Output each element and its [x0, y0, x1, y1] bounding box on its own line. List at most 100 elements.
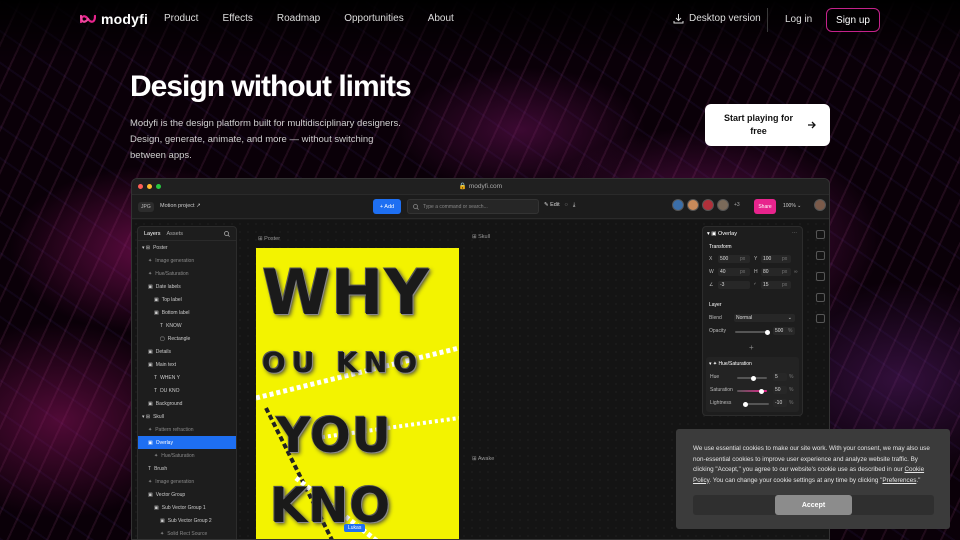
- login-link[interactable]: Log in: [785, 14, 812, 25]
- collaborator-cursor-label: Lukas: [344, 524, 366, 532]
- nav-opportunities[interactable]: Opportunities: [344, 13, 403, 24]
- angle-icon: ∠: [709, 282, 714, 288]
- layer-group-icon: ▣: [160, 517, 165, 524]
- saturation-slider[interactable]: [737, 388, 767, 394]
- zoom-level[interactable]: 100% ⌄: [783, 203, 801, 209]
- layer-row[interactable]: ▾ ⊞ Poster: [138, 241, 236, 254]
- angle-input[interactable]: -3: [718, 281, 750, 289]
- arrow-right-icon: [807, 121, 816, 129]
- start-playing-button[interactable]: Start playing for free: [705, 104, 830, 146]
- blend-select[interactable]: Normal ⌄: [734, 314, 795, 322]
- brand-logo[interactable]: modyfi: [80, 11, 148, 27]
- command-search-input[interactable]: Type a command or search...: [407, 199, 539, 214]
- opacity-label: Opacity: [709, 328, 726, 334]
- layer-search-icon[interactable]: [224, 231, 230, 237]
- x-unit: px: [740, 256, 746, 262]
- tool-link-icon[interactable]: [816, 314, 825, 323]
- lightness-slider[interactable]: [743, 401, 769, 407]
- lightness-label: Lightness: [710, 400, 732, 406]
- add-button[interactable]: + Add: [373, 199, 401, 214]
- collaborator-avatar[interactable]: [687, 199, 699, 211]
- export-icon[interactable]: ⤓: [573, 202, 575, 209]
- project-name[interactable]: Motion project ↗: [160, 203, 201, 209]
- hue-label: Hue: [710, 374, 720, 380]
- layer-row[interactable]: ▢ Rectangle: [138, 332, 236, 345]
- layer-row[interactable]: ▣ Date labels: [138, 280, 236, 293]
- layer-row[interactable]: ▣ Vector Group: [138, 488, 236, 501]
- hue-slider[interactable]: [737, 375, 767, 381]
- collaborator-avatar[interactable]: [672, 199, 684, 211]
- preferences-link[interactable]: Preferences: [882, 477, 916, 484]
- layer-row[interactable]: ✦ Image generation: [138, 254, 236, 267]
- add-effect-icon[interactable]: +: [749, 343, 754, 352]
- nav-roadmap[interactable]: Roadmap: [277, 13, 320, 24]
- hue-input[interactable]: 5: [773, 373, 787, 381]
- layer-label: Main text: [155, 361, 177, 368]
- h-unit: px: [782, 269, 788, 275]
- layer-row[interactable]: ▣ Sub Vector Group 2: [138, 514, 236, 527]
- layer-label: Skull: [153, 413, 164, 420]
- tool-layers-icon[interactable]: [816, 230, 825, 239]
- layer-row[interactable]: ▣ Details: [138, 345, 236, 358]
- layer-label: Hue/Saturation: [155, 270, 189, 277]
- layer-row[interactable]: ▣ Bottom label: [138, 306, 236, 319]
- skull-frame-label[interactable]: ⊞ Skull: [472, 234, 490, 240]
- layer-row[interactable]: ✦ Hue/Saturation: [138, 449, 236, 462]
- poster-artwork[interactable]: WHY OU KNO YOU KNO: [256, 248, 459, 539]
- nav-effects[interactable]: Effects: [222, 13, 252, 24]
- desktop-version-link[interactable]: Desktop version: [673, 13, 761, 24]
- search-icon: [413, 203, 419, 210]
- hue-unit: %: [789, 374, 794, 380]
- accept-cookies-button[interactable]: Accept: [775, 495, 852, 515]
- lightness-input[interactable]: -10: [773, 399, 787, 407]
- opacity-slider-knob[interactable]: [765, 329, 770, 335]
- nav-about[interactable]: About: [428, 13, 454, 24]
- layer-text-icon: T: [148, 465, 152, 472]
- layer-row[interactable]: ▾ ⊞ Skull: [138, 410, 236, 423]
- opacity-slider[interactable]: [735, 329, 770, 335]
- x-label: X: [709, 256, 713, 262]
- collaborator-avatar[interactable]: [717, 199, 729, 211]
- browser-titlebar: 🔒 modyfi.com: [132, 179, 829, 195]
- layer-row[interactable]: T KNOW: [138, 319, 236, 332]
- layer-row[interactable]: ✦ Image generation: [138, 475, 236, 488]
- share-button[interactable]: Share: [754, 199, 776, 214]
- layer-row[interactable]: ▣ Top label: [138, 293, 236, 306]
- layer-row[interactable]: T WHEN Y: [138, 371, 236, 384]
- layer-row[interactable]: T Brush: [138, 462, 236, 475]
- layers-tab[interactable]: Layers: [144, 231, 161, 237]
- cookie-banner: We use essential cookies to make our sit…: [676, 429, 950, 529]
- nav-product[interactable]: Product: [164, 13, 198, 24]
- assets-tab[interactable]: Assets: [167, 231, 184, 237]
- hue-slider-knob[interactable]: [751, 375, 756, 381]
- poster-frame-label[interactable]: ⊞ Poster: [258, 236, 280, 242]
- props-more-icon[interactable]: ⋯: [792, 230, 797, 236]
- saturation-slider-knob[interactable]: [759, 388, 764, 394]
- layer-row[interactable]: ▣ Background: [138, 397, 236, 410]
- saturation-input[interactable]: 50: [773, 386, 787, 394]
- editor-toolbar: JPG Motion project ↗ + Add Type a comman…: [132, 195, 829, 219]
- top-nav: modyfi Product Effects Roadmap Opportuni…: [0, 0, 960, 40]
- comment-icon[interactable]: ◌: [565, 202, 568, 209]
- layer-label: Vector Group: [155, 491, 186, 498]
- layer-row[interactable]: ✦ Solid Rect Source: [138, 527, 236, 539]
- project-type-badge[interactable]: JPG: [138, 202, 154, 212]
- signup-button[interactable]: Sign up: [826, 8, 880, 32]
- awake-frame-label[interactable]: ⊞ Awake: [472, 456, 494, 462]
- edit-mode-button[interactable]: ✎ Edit: [544, 202, 560, 209]
- collaborator-avatar[interactable]: [702, 199, 714, 211]
- layer-row[interactable]: T DU KNO: [138, 384, 236, 397]
- constrain-icon[interactable]: ∞: [794, 269, 798, 275]
- layer-row[interactable]: ✦ Hue/Saturation: [138, 267, 236, 280]
- modyfi-logo-icon: [80, 14, 96, 24]
- layer-group-icon: ▣: [148, 283, 153, 290]
- tool-wave-icon[interactable]: [816, 272, 825, 281]
- layer-row[interactable]: ▣ Sub Vector Group 1: [138, 501, 236, 514]
- layer-row[interactable]: ✦ Pattern refraction: [138, 423, 236, 436]
- lightness-slider-knob[interactable]: [743, 401, 748, 407]
- user-avatar[interactable]: [814, 199, 826, 211]
- layer-row[interactable]: ▣ Main text: [138, 358, 236, 371]
- tool-shape-icon[interactable]: [816, 251, 825, 260]
- layer-row[interactable]: ▣ Overlay: [138, 436, 236, 449]
- tool-motion-icon[interactable]: [816, 293, 825, 302]
